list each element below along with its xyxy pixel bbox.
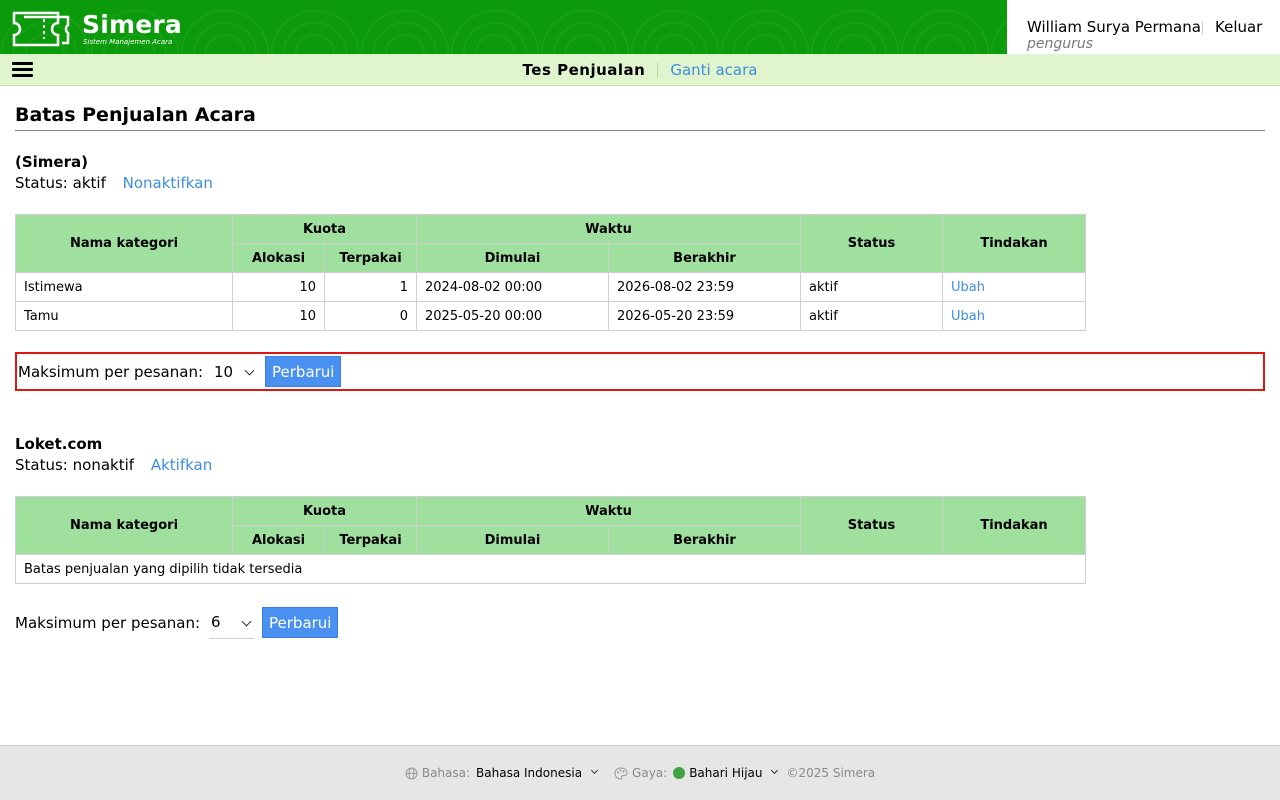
limits-table: Nama kategori Kuota Waktu Status Tindaka…: [14, 496, 1087, 584]
header-category: Nama kategori: [15, 214, 233, 273]
status-value: nonaktif: [72, 456, 135, 474]
max-per-order-label: Maksimum per pesanan:: [15, 613, 201, 632]
user-role: pengurus: [1027, 36, 1094, 52]
cell-end: 2026-08-02 23:59: [607, 272, 802, 302]
change-event-link[interactable]: Ganti acara: [670, 61, 757, 79]
deactivate-link[interactable]: Nonaktifkan: [123, 174, 213, 192]
header-quota: Kuota: [232, 496, 417, 526]
header-end: Berakhir: [607, 243, 802, 273]
header-used: Terpakai: [324, 243, 417, 273]
copyright: ©2025 Simera: [786, 766, 876, 780]
color-dot-icon: [673, 767, 686, 779]
edit-link[interactable]: Ubah: [951, 280, 985, 295]
edit-link[interactable]: Ubah: [951, 309, 985, 324]
user-name[interactable]: William Surya Permana: [1027, 18, 1201, 36]
header-start: Dimulai: [416, 525, 609, 555]
update-button[interactable]: Perbarui: [265, 356, 342, 387]
header-status: Status: [800, 214, 944, 273]
table-row: Batas penjualan yang dipilih tidak terse…: [14, 554, 1087, 584]
max-per-order-form: Maksimum per pesanan: 6 Perbarui: [15, 603, 1265, 642]
event-name: Tes Penjualan: [522, 61, 646, 79]
app-tagline: Sistem Manajemen Acara: [83, 37, 173, 46]
header-start: Dimulai: [416, 243, 609, 273]
chevron-down-icon: [244, 365, 255, 375]
header-time: Waktu: [415, 214, 802, 244]
max-per-order-select[interactable]: 10: [212, 356, 257, 388]
divider: [1202, 21, 1203, 35]
header-used: Terpakai: [324, 525, 417, 555]
page-title: Batas Penjualan Acara: [15, 104, 256, 126]
cell-allocation: 10: [232, 301, 325, 331]
header-action: Tindakan: [942, 496, 1087, 555]
globe-icon: [405, 767, 418, 780]
style-value: Bahari Hijau: [673, 766, 780, 780]
style-selector[interactable]: Gaya: Bahari Hijau: [614, 766, 780, 780]
divider: [657, 63, 659, 77]
cell-start: 2024-08-02 00:00: [416, 272, 609, 302]
header-allocation: Alokasi: [232, 243, 325, 273]
header-action: Tindakan: [942, 214, 1087, 273]
cell-action: Ubah: [942, 301, 1087, 331]
cell-action: Ubah: [942, 272, 1087, 302]
header-quota: Kuota: [232, 214, 417, 244]
cell-used: 1: [324, 272, 417, 302]
max-per-order-label: Maksimum per pesanan:: [18, 362, 204, 381]
language-selector[interactable]: Bahasa: Bahasa Indonesia: [405, 766, 600, 780]
footer: Bahasa: Bahasa Indonesia Gaya: Bahari Hi…: [0, 745, 1280, 800]
style-label: Gaya:: [632, 766, 668, 780]
cell-start: 2025-05-20 00:00: [416, 301, 609, 331]
ticket-logo-icon: [12, 11, 70, 47]
palette-icon: [614, 766, 628, 780]
header-status: Status: [800, 496, 944, 555]
max-per-order-select[interactable]: 6: [209, 607, 255, 639]
event-bar: Tes Penjualan Ganti acara: [0, 54, 1280, 86]
cell-category: Istimewa: [15, 272, 233, 302]
max-per-order-form: Maksimum per pesanan: 10 Perbarui: [15, 352, 1265, 391]
status-label: Status:: [15, 174, 68, 192]
limits-table: Nama kategori Kuota Waktu Status Tindaka…: [15, 214, 1087, 331]
language-value: Bahasa Indonesia: [476, 766, 600, 780]
header-time: Waktu: [415, 496, 802, 526]
activate-link[interactable]: Aktifkan: [151, 456, 212, 474]
empty-message: Batas penjualan yang dipilih tidak terse…: [14, 554, 1087, 584]
header-end: Berakhir: [607, 525, 802, 555]
header-category: Nama kategori: [15, 496, 233, 555]
chevron-down-icon: [771, 766, 779, 775]
chevron-down-icon: [591, 766, 599, 775]
brand-banner: Simera Sistem Manajemen Acara: [0, 0, 1007, 54]
cell-end: 2026-05-20 23:59: [607, 301, 802, 331]
section-name: Loket.com: [15, 435, 103, 453]
logout-link[interactable]: Keluar: [1215, 18, 1262, 36]
update-button[interactable]: Perbarui: [262, 607, 339, 638]
header-allocation: Alokasi: [232, 525, 325, 555]
app-logo[interactable]: Simera Sistem Manajemen Acara: [12, 10, 182, 48]
table-row: Tamu 10 0 2025-05-20 00:00 2026-05-20 23…: [15, 301, 1087, 331]
header: Simera Sistem Manajemen Acara William Su…: [0, 0, 1280, 54]
status-value: aktif: [72, 174, 106, 192]
section-name: (Simera): [15, 153, 88, 171]
status-label: Status:: [15, 456, 68, 474]
chevron-down-icon: [241, 616, 252, 626]
cell-status: aktif: [800, 272, 944, 302]
table-row: Istimewa 10 1 2024-08-02 00:00 2026-08-0…: [15, 272, 1087, 302]
title-divider: [15, 130, 1265, 131]
section-status: Status: aktif Nonaktifkan: [15, 174, 213, 192]
section-status: Status: nonaktif Aktifkan: [15, 456, 212, 474]
cell-category: Tamu: [15, 301, 233, 331]
app-name: Simera: [82, 9, 182, 39]
menu-icon[interactable]: [12, 62, 33, 78]
cell-status: aktif: [800, 301, 944, 331]
cell-used: 0: [324, 301, 417, 331]
cell-allocation: 10: [232, 272, 325, 302]
language-label: Bahasa:: [421, 766, 471, 780]
user-box: William Surya Permana pengurus Keluar: [1007, 0, 1280, 54]
